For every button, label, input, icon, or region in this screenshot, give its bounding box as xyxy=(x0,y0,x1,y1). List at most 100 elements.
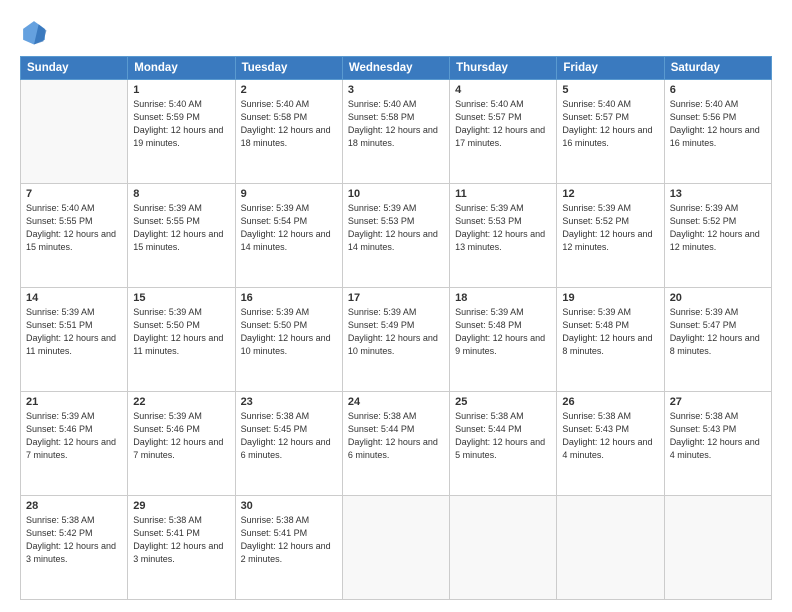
calendar-cell: 11Sunrise: 5:39 AMSunset: 5:53 PMDayligh… xyxy=(450,184,557,288)
day-number: 20 xyxy=(670,292,766,304)
calendar-cell: 7 Sunrise: 5:40 AMSunset: 5:55 PMDaylight… xyxy=(21,184,128,288)
day-info: Sunrise: 5:38 AMSunset: 5:44 PMDaylight:… xyxy=(455,410,551,462)
calendar-cell: 4 Sunrise: 5:40 AMSunset: 5:57 PMDaylight… xyxy=(450,80,557,184)
calendar-cell: 21 Sunrise: 5:39 AMSunset: 5:46 PMDayligh… xyxy=(21,392,128,496)
day-info: Sunrise: 5:38 AMSunset: 5:43 PMDaylight:… xyxy=(562,410,658,462)
day-number: 19 xyxy=(562,292,658,304)
logo xyxy=(20,18,52,46)
calendar-cell xyxy=(342,496,449,600)
calendar-cell: 28 Sunrise: 5:38 AMSunset: 5:42 PMDayligh… xyxy=(21,496,128,600)
day-number: 29 xyxy=(133,500,229,512)
calendar-cell xyxy=(664,496,771,600)
calendar-cell xyxy=(21,80,128,184)
calendar-cell: 24Sunrise: 5:38 AMSunset: 5:44 PMDayligh… xyxy=(342,392,449,496)
day-number: 14 xyxy=(26,292,122,304)
calendar-week-4: 28 Sunrise: 5:38 AMSunset: 5:42 PMDayligh… xyxy=(21,496,772,600)
day-info: Sunrise: 5:39 AMSunset: 5:49 PMDaylight:… xyxy=(348,306,444,358)
day-number: 1 xyxy=(133,84,229,96)
calendar-cell: 6 Sunrise: 5:40 AMSunset: 5:56 PMDaylight… xyxy=(664,80,771,184)
day-info: Sunrise: 5:38 AMSunset: 5:42 PMDaylight:… xyxy=(26,514,122,566)
calendar-table: SundayMondayTuesdayWednesdayThursdayFrid… xyxy=(20,56,772,600)
day-number: 15 xyxy=(133,292,229,304)
calendar-cell: 20 Sunrise: 5:39 AMSunset: 5:47 PMDayligh… xyxy=(664,288,771,392)
day-info: Sunrise: 5:40 AMSunset: 5:55 PMDaylight:… xyxy=(26,202,122,254)
day-info: Sunrise: 5:39 AMSunset: 5:54 PMDaylight:… xyxy=(241,202,337,254)
calendar-cell: 26Sunrise: 5:38 AMSunset: 5:43 PMDayligh… xyxy=(557,392,664,496)
col-header-saturday: Saturday xyxy=(664,57,771,80)
calendar-cell: 17Sunrise: 5:39 AMSunset: 5:49 PMDayligh… xyxy=(342,288,449,392)
calendar-cell: 18Sunrise: 5:39 AMSunset: 5:48 PMDayligh… xyxy=(450,288,557,392)
day-number: 10 xyxy=(348,188,444,200)
calendar-cell: 19 Sunrise: 5:39 AMSunset: 5:48 PMDayligh… xyxy=(557,288,664,392)
col-header-wednesday: Wednesday xyxy=(342,57,449,80)
day-number: 2 xyxy=(241,84,337,96)
day-number: 5 xyxy=(562,84,658,96)
day-info: Sunrise: 5:38 AMSunset: 5:45 PMDaylight:… xyxy=(241,410,337,462)
day-info: Sunrise: 5:38 AMSunset: 5:43 PMDaylight:… xyxy=(670,410,766,462)
col-header-tuesday: Tuesday xyxy=(235,57,342,80)
calendar-cell: 5 Sunrise: 5:40 AMSunset: 5:57 PMDaylight… xyxy=(557,80,664,184)
calendar-cell: 12 Sunrise: 5:39 AMSunset: 5:52 PMDayligh… xyxy=(557,184,664,288)
calendar-cell: 15 Sunrise: 5:39 AMSunset: 5:50 PMDayligh… xyxy=(128,288,235,392)
header xyxy=(20,18,772,46)
calendar-cell: 8 Sunrise: 5:39 AMSunset: 5:55 PMDaylight… xyxy=(128,184,235,288)
day-info: Sunrise: 5:39 AMSunset: 5:46 PMDaylight:… xyxy=(26,410,122,462)
day-info: Sunrise: 5:39 AMSunset: 5:46 PMDaylight:… xyxy=(133,410,229,462)
page: SundayMondayTuesdayWednesdayThursdayFrid… xyxy=(0,0,792,612)
day-info: Sunrise: 5:40 AMSunset: 5:57 PMDaylight:… xyxy=(455,98,551,150)
calendar-cell: 16 Sunrise: 5:39 AMSunset: 5:50 PMDayligh… xyxy=(235,288,342,392)
calendar-week-3: 21 Sunrise: 5:39 AMSunset: 5:46 PMDayligh… xyxy=(21,392,772,496)
day-info: Sunrise: 5:39 AMSunset: 5:52 PMDaylight:… xyxy=(562,202,658,254)
day-info: Sunrise: 5:38 AMSunset: 5:41 PMDaylight:… xyxy=(241,514,337,566)
day-number: 12 xyxy=(562,188,658,200)
day-info: Sunrise: 5:39 AMSunset: 5:50 PMDaylight:… xyxy=(133,306,229,358)
calendar-cell: 27 Sunrise: 5:38 AMSunset: 5:43 PMDayligh… xyxy=(664,392,771,496)
day-info: Sunrise: 5:39 AMSunset: 5:47 PMDaylight:… xyxy=(670,306,766,358)
day-number: 23 xyxy=(241,396,337,408)
calendar-cell: 25 Sunrise: 5:38 AMSunset: 5:44 PMDayligh… xyxy=(450,392,557,496)
day-info: Sunrise: 5:39 AMSunset: 5:51 PMDaylight:… xyxy=(26,306,122,358)
day-number: 24 xyxy=(348,396,444,408)
day-info: Sunrise: 5:38 AMSunset: 5:41 PMDaylight:… xyxy=(133,514,229,566)
calendar-week-0: 1 Sunrise: 5:40 AMSunset: 5:59 PMDaylight… xyxy=(21,80,772,184)
day-info: Sunrise: 5:39 AMSunset: 5:55 PMDaylight:… xyxy=(133,202,229,254)
day-info: Sunrise: 5:40 AMSunset: 5:57 PMDaylight:… xyxy=(562,98,658,150)
day-info: Sunrise: 5:40 AMSunset: 5:56 PMDaylight:… xyxy=(670,98,766,150)
day-number: 7 xyxy=(26,188,122,200)
calendar-cell: 30 Sunrise: 5:38 AMSunset: 5:41 PMDayligh… xyxy=(235,496,342,600)
day-number: 8 xyxy=(133,188,229,200)
logo-icon xyxy=(20,18,48,46)
col-header-monday: Monday xyxy=(128,57,235,80)
day-info: Sunrise: 5:39 AMSunset: 5:48 PMDaylight:… xyxy=(562,306,658,358)
col-header-sunday: Sunday xyxy=(21,57,128,80)
calendar-cell: 13 Sunrise: 5:39 AMSunset: 5:52 PMDayligh… xyxy=(664,184,771,288)
day-info: Sunrise: 5:39 AMSunset: 5:52 PMDaylight:… xyxy=(670,202,766,254)
calendar-cell: 22 Sunrise: 5:39 AMSunset: 5:46 PMDayligh… xyxy=(128,392,235,496)
day-info: Sunrise: 5:39 AMSunset: 5:50 PMDaylight:… xyxy=(241,306,337,358)
day-number: 13 xyxy=(670,188,766,200)
calendar-cell: 2Sunrise: 5:40 AMSunset: 5:58 PMDaylight… xyxy=(235,80,342,184)
day-number: 25 xyxy=(455,396,551,408)
day-number: 16 xyxy=(241,292,337,304)
day-info: Sunrise: 5:39 AMSunset: 5:53 PMDaylight:… xyxy=(348,202,444,254)
day-info: Sunrise: 5:39 AMSunset: 5:48 PMDaylight:… xyxy=(455,306,551,358)
day-number: 3 xyxy=(348,84,444,96)
day-number: 6 xyxy=(670,84,766,96)
calendar-cell: 3Sunrise: 5:40 AMSunset: 5:58 PMDaylight… xyxy=(342,80,449,184)
day-number: 28 xyxy=(26,500,122,512)
col-header-friday: Friday xyxy=(557,57,664,80)
day-number: 27 xyxy=(670,396,766,408)
day-info: Sunrise: 5:40 AMSunset: 5:59 PMDaylight:… xyxy=(133,98,229,150)
day-number: 21 xyxy=(26,396,122,408)
calendar-cell: 23 Sunrise: 5:38 AMSunset: 5:45 PMDayligh… xyxy=(235,392,342,496)
calendar-cell: 29 Sunrise: 5:38 AMSunset: 5:41 PMDayligh… xyxy=(128,496,235,600)
day-info: Sunrise: 5:39 AMSunset: 5:53 PMDaylight:… xyxy=(455,202,551,254)
day-number: 30 xyxy=(241,500,337,512)
calendar-cell: 1 Sunrise: 5:40 AMSunset: 5:59 PMDaylight… xyxy=(128,80,235,184)
calendar-cell: 10 Sunrise: 5:39 AMSunset: 5:53 PMDayligh… xyxy=(342,184,449,288)
day-number: 4 xyxy=(455,84,551,96)
calendar-cell xyxy=(450,496,557,600)
calendar-week-1: 7 Sunrise: 5:40 AMSunset: 5:55 PMDaylight… xyxy=(21,184,772,288)
day-number: 22 xyxy=(133,396,229,408)
day-number: 9 xyxy=(241,188,337,200)
